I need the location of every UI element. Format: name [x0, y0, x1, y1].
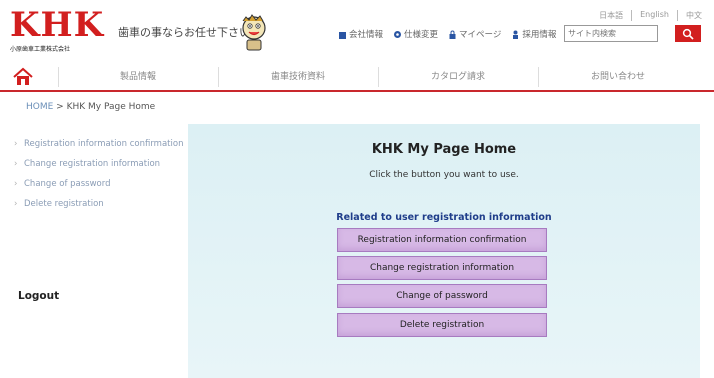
delete-registration-button[interactable]: Delete registration: [337, 313, 547, 337]
sidebar-item-change-registration[interactable]: Change registration information: [14, 158, 188, 170]
utility-links: 会社情報 仕様変更 マイページ 採用情報: [338, 28, 556, 40]
khk-logo[interactable]: KHK 小原歯車工業株式会社: [10, 5, 105, 53]
site-header: KHK 小原歯車工業株式会社 歯車の事ならお任せ下さい 会社情報 仕様変更 マイ…: [0, 0, 714, 60]
toplink-label: 採用情報: [522, 30, 557, 40]
search-icon: [682, 28, 694, 40]
main-panel: KHK My Page Home Click the button you wa…: [188, 124, 700, 378]
section-heading: Related to user registration information: [336, 212, 552, 223]
toplink-label: マイページ: [459, 30, 502, 40]
page-title: KHK My Page Home: [371, 142, 517, 157]
nav-products[interactable]: 製品情報: [58, 69, 218, 82]
change-registration-button[interactable]: Change registration information: [337, 256, 547, 280]
building-icon: [338, 30, 347, 39]
breadcrumb-separator: >: [53, 102, 67, 112]
nav-catalog-request[interactable]: カタログ請求: [378, 69, 538, 82]
breadcrumb-home[interactable]: HOME: [26, 102, 53, 112]
tagline: 歯車の事ならお任せ下さい: [118, 26, 250, 39]
change-password-button[interactable]: Change of password: [337, 284, 547, 308]
lang-japanese[interactable]: 日本語: [599, 10, 623, 21]
search-button[interactable]: [675, 25, 701, 42]
sidebar-item-delete-registration[interactable]: Delete registration: [14, 198, 188, 210]
logout-link[interactable]: Logout: [18, 290, 59, 302]
toplink-recruit[interactable]: 採用情報: [511, 28, 556, 40]
mascot-character-icon: [236, 12, 272, 52]
nav-contact[interactable]: お問い合わせ: [538, 69, 698, 82]
toplink-label: 会社情報: [349, 30, 384, 40]
toplink-label: 仕様変更: [404, 30, 439, 40]
nav-technical-data[interactable]: 歯車技術資料: [218, 69, 378, 82]
sidebar: Registration information confirmation Ch…: [14, 124, 188, 374]
lang-chinese[interactable]: 中文: [677, 10, 702, 21]
language-switcher: 日本語 English 中文: [599, 10, 702, 21]
main-nav: 製品情報 歯車技術資料 カタログ請求 お問い合わせ: [0, 62, 714, 92]
home-icon: [13, 67, 33, 85]
breadcrumb-current: KHK My Page Home: [66, 102, 156, 112]
logo-subtext: 小原歯車工業株式会社: [10, 46, 71, 53]
sidebar-item-change-password[interactable]: Change of password: [14, 178, 188, 190]
lang-english[interactable]: English: [631, 10, 669, 21]
home-nav-button[interactable]: [12, 67, 34, 87]
person-icon: [511, 30, 520, 39]
toplink-spec-change[interactable]: 仕様変更: [393, 28, 438, 40]
breadcrumb: HOME > KHK My Page Home: [26, 102, 155, 112]
registration-confirmation-button[interactable]: Registration information confirmation: [337, 228, 547, 252]
toplink-mypage[interactable]: マイページ: [448, 28, 501, 40]
sidebar-item-registration-confirmation[interactable]: Registration information confirmation: [14, 138, 188, 150]
site-search-input[interactable]: [564, 25, 658, 42]
logo-text: KHK: [10, 5, 105, 45]
toplink-company[interactable]: 会社情報: [338, 28, 383, 40]
lock-icon: [448, 30, 457, 39]
instruction-text: Click the button you want to use.: [369, 170, 519, 180]
gear-icon: [393, 30, 402, 39]
